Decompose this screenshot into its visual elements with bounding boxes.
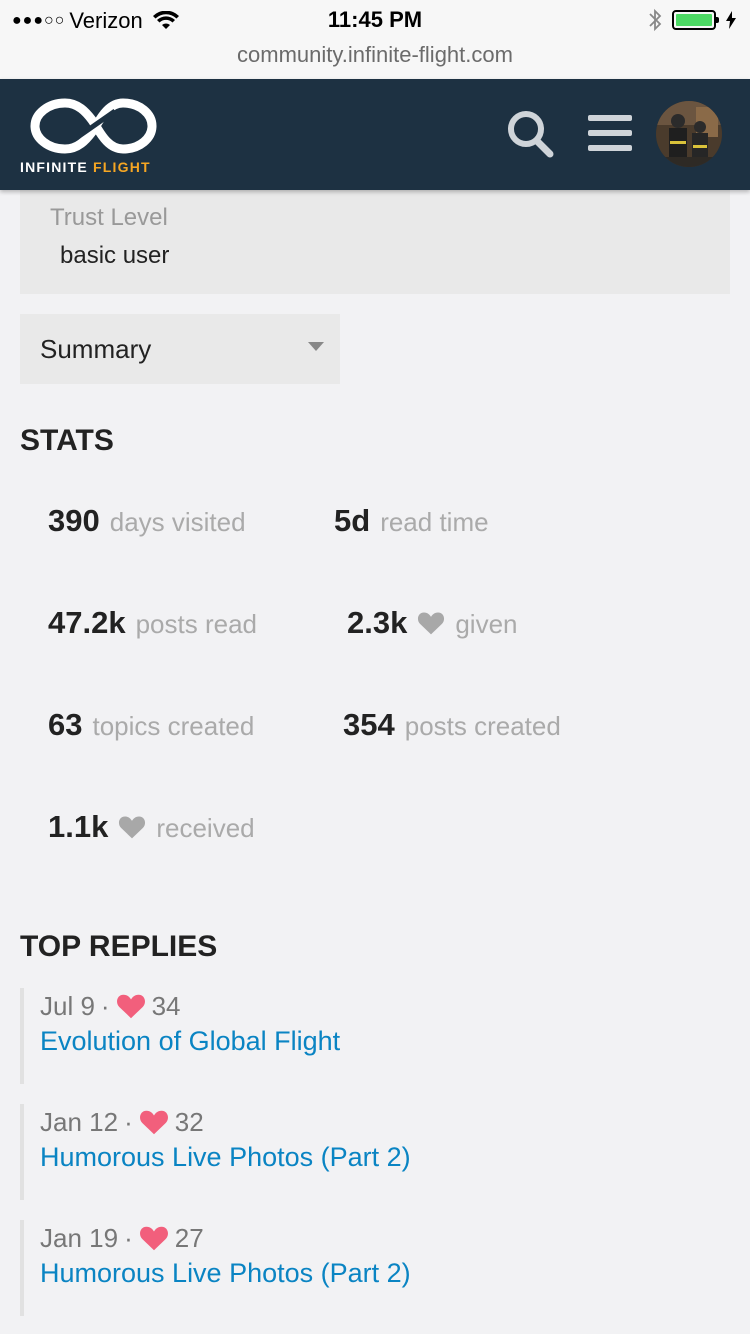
stat-label: topics created [92,711,255,741]
top-replies-heading: TOP REPLIES [20,930,218,963]
reply-like-count: 32 [174,1106,204,1137]
battery-level [676,14,712,26]
stat-label: given [455,609,518,639]
logo-text-flight: FLIGHT [93,159,151,175]
search-icon[interactable] [506,109,554,159]
stat-topics-created: 63 topics created [48,707,254,743]
reply-separator: · [100,990,110,1021]
trust-level-value: basic user [60,242,170,269]
heart-icon [418,612,445,635]
top-reply-item: Jan 19 · 27 Humorous Live Photos (Part 2… [20,1220,730,1316]
stat-value: 63 [48,707,83,742]
site-header: INFINITE FLIGHT [0,79,750,190]
reply-topic-link[interactable]: Evolution of Global Flight [40,1026,730,1057]
reply-like-count: 27 [174,1222,204,1253]
heart-icon [139,1110,168,1135]
dropdown-selected-value: Summary [40,334,152,364]
stat-value: 390 [48,503,100,538]
logo-text: INFINITE FLIGHT [20,159,151,175]
user-avatar[interactable] [656,101,722,167]
stat-likes-received: 1.1k received [48,809,255,845]
trust-level-panel: Trust Level basic user [20,190,730,294]
hamburger-menu-icon[interactable] [588,115,632,153]
stats-heading: STATS [20,424,114,457]
stat-likes-given: 2.3k given [347,605,518,641]
status-bar: ●●●○○ Verizon 11:45 PM [0,0,750,40]
reply-meta: Jan 12 · 32 [40,1104,730,1140]
reply-topic-link[interactable]: Humorous Live Photos (Part 2) [40,1142,730,1173]
stat-value: 1.1k [48,809,109,844]
caret-down-icon [308,342,324,351]
stat-value: 47.2k [48,605,126,640]
heart-icon [116,994,145,1019]
trust-level-label: Trust Level [50,204,168,231]
stat-posts-read: 47.2k posts read [48,605,257,641]
stat-label: received [156,813,255,843]
reply-topic-link[interactable]: Humorous Live Photos (Part 2) [40,1258,730,1289]
charging-icon [726,11,736,29]
reply-date: Jul 9 [40,990,95,1021]
stat-posts-created: 354 posts created [343,707,561,743]
url-bar[interactable]: community.infinite-flight.com [0,40,750,79]
reply-separator: · [124,1222,133,1253]
stat-value: 354 [343,707,395,742]
stat-value: 2.3k [347,605,408,640]
clock: 11:45 PM [327,7,423,32]
stat-label: posts read [135,609,257,639]
stat-days-visited: 390 days visited [48,503,246,539]
logo-text-infinite: INFINITE [20,159,94,175]
stat-label: posts created [404,711,561,741]
stat-label: read time [380,507,489,537]
summary-dropdown[interactable]: Summary [20,314,340,384]
reply-meta: Jan 19 · 27 [40,1220,730,1256]
reply-separator: · [124,1106,133,1137]
battery-icon [672,10,719,30]
heart-icon [119,816,146,839]
top-reply-item: Jul 9 · 34 Evolution of Global Flight [20,988,730,1084]
reply-date: Jan 12 [40,1106,119,1137]
bluetooth-icon [649,8,662,32]
stat-label: days visited [109,507,246,537]
stat-value: 5d [334,503,371,538]
heart-icon [139,1226,168,1251]
reply-date: Jan 19 [40,1222,119,1253]
reply-like-count: 34 [151,990,181,1021]
reply-meta: Jul 9 · 34 [40,988,730,1024]
stat-read-time: 5d read time [334,503,489,539]
top-reply-item: Jan 12 · 32 Humorous Live Photos (Part 2… [20,1104,730,1200]
avatar-photo [656,101,722,167]
